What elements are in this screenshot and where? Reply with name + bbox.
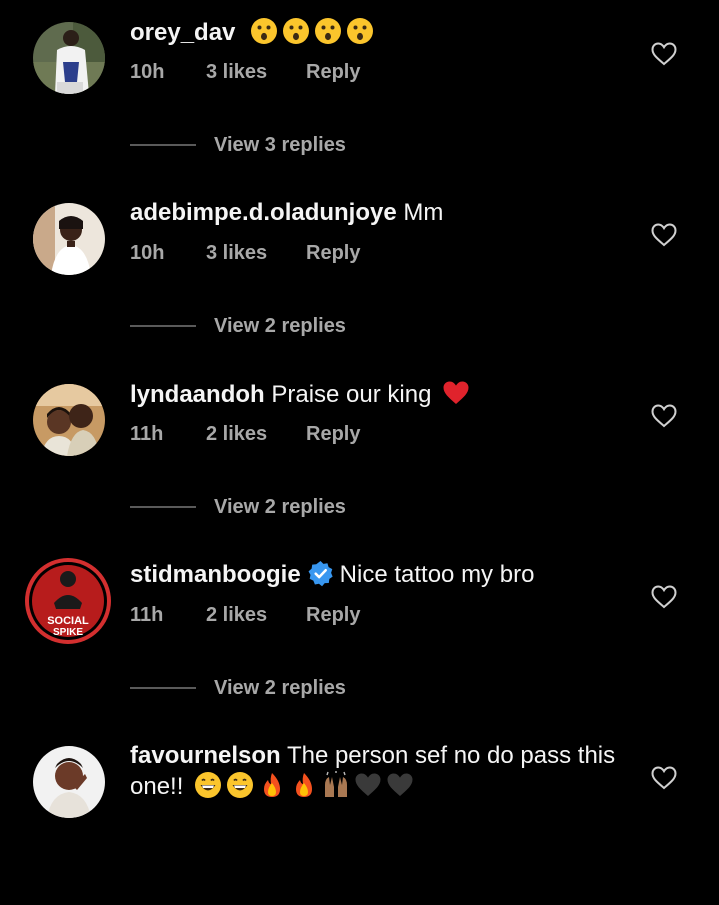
comment-text: adebimpe.d.oladunjoye Mm: [130, 198, 630, 228]
username[interactable]: favournelson: [130, 742, 281, 769]
comment-stidmanboogie: SOCIAL SPIKE stidmanboogie Nice tattoo my…: [0, 543, 719, 724]
like-heart-icon[interactable]: [651, 766, 677, 790]
replies-divider: [130, 144, 196, 146]
reply-button[interactable]: Reply: [306, 240, 360, 266]
reply-button[interactable]: Reply: [306, 602, 360, 628]
comment-text: stidmanboogie Nice tattoo my bro: [130, 560, 630, 590]
comment-body: The person sef no do pass this: [286, 742, 616, 769]
comment-lyndaandoh: lyndaandoh Praise our king 11h 2 likes R…: [0, 362, 719, 543]
comment-time: 10h: [130, 61, 165, 83]
hushed-face-icon: [347, 18, 374, 44]
avatar-logo-text: SOCIAL: [47, 615, 89, 627]
avatar[interactable]: [33, 746, 105, 818]
comment-body: Mm: [403, 199, 444, 226]
like-heart-icon[interactable]: [651, 223, 677, 247]
reply-button[interactable]: Reply: [306, 421, 360, 447]
comment-body-line2: one!!: [130, 773, 184, 800]
black-heart-icon: [355, 773, 381, 796]
username[interactable]: adebimpe.d.oladunjoye: [130, 199, 397, 226]
avatar-logo-text-2: SPIKE: [53, 627, 83, 638]
like-heart-icon[interactable]: [651, 585, 677, 609]
reply-button[interactable]: Reply: [306, 59, 360, 85]
username[interactable]: lyndaandoh: [130, 381, 265, 408]
hushed-face-icon: [251, 18, 278, 44]
likes-count[interactable]: 2 likes: [206, 421, 267, 447]
black-heart-icon: [387, 773, 413, 796]
view-replies-button[interactable]: View 3 replies: [130, 132, 530, 158]
view-replies-button[interactable]: View 2 replies: [130, 313, 530, 339]
like-heart-icon[interactable]: [651, 42, 677, 66]
grinning-face-icon: [227, 772, 254, 798]
comment-text: orey_dav: [130, 17, 630, 48]
view-replies-label[interactable]: View 2 replies: [214, 313, 346, 339]
red-heart-icon: [443, 381, 469, 404]
avatar[interactable]: [33, 22, 105, 94]
view-replies-label[interactable]: View 3 replies: [214, 132, 346, 158]
like-heart-icon[interactable]: [651, 404, 677, 428]
fire-icon: [296, 773, 313, 797]
comment-adebimpe: adebimpe.d.oladunjoye Mm 10h 3 likes Rep…: [0, 181, 719, 362]
likes-count[interactable]: 3 likes: [206, 240, 267, 266]
comment-body: Nice tattoo my bro: [339, 561, 535, 588]
comment-time: 10h: [130, 242, 165, 264]
hushed-face-icon: [283, 18, 310, 44]
comment-time: 11h: [130, 604, 164, 626]
view-replies-button[interactable]: View 2 replies: [130, 494, 530, 520]
view-replies-label[interactable]: View 2 replies: [214, 675, 346, 701]
comment-text: lyndaandoh Praise our king: [130, 379, 630, 410]
view-replies-button[interactable]: View 2 replies: [130, 675, 530, 701]
replies-divider: [130, 325, 196, 327]
replies-divider: [130, 687, 196, 689]
raising-hands-icon: [325, 771, 348, 797]
fire-icon: [264, 773, 281, 797]
verified-badge-icon: [308, 560, 333, 587]
avatar[interactable]: SOCIAL SPIKE: [24, 557, 112, 645]
avatar[interactable]: [33, 384, 105, 456]
comment-body: Praise our king: [271, 381, 432, 408]
comment-orey-dav: orey_dav 10h 3 likes Reply View 3 replie…: [0, 0, 719, 181]
username[interactable]: orey_dav: [130, 19, 235, 46]
likes-count[interactable]: 3 likes: [206, 59, 267, 85]
comment-favournelson: favournelson The person sef no do pass t…: [0, 724, 719, 905]
hushed-face-icon: [315, 18, 342, 44]
comment-text: favournelson The person sef no do pass t…: [130, 741, 630, 802]
username[interactable]: stidmanboogie: [130, 561, 301, 588]
avatar[interactable]: [33, 203, 105, 275]
replies-divider: [130, 506, 196, 508]
view-replies-label[interactable]: View 2 replies: [214, 494, 346, 520]
likes-count[interactable]: 2 likes: [206, 602, 267, 628]
grinning-face-icon: [195, 772, 222, 798]
comment-time: 11h: [130, 423, 164, 445]
